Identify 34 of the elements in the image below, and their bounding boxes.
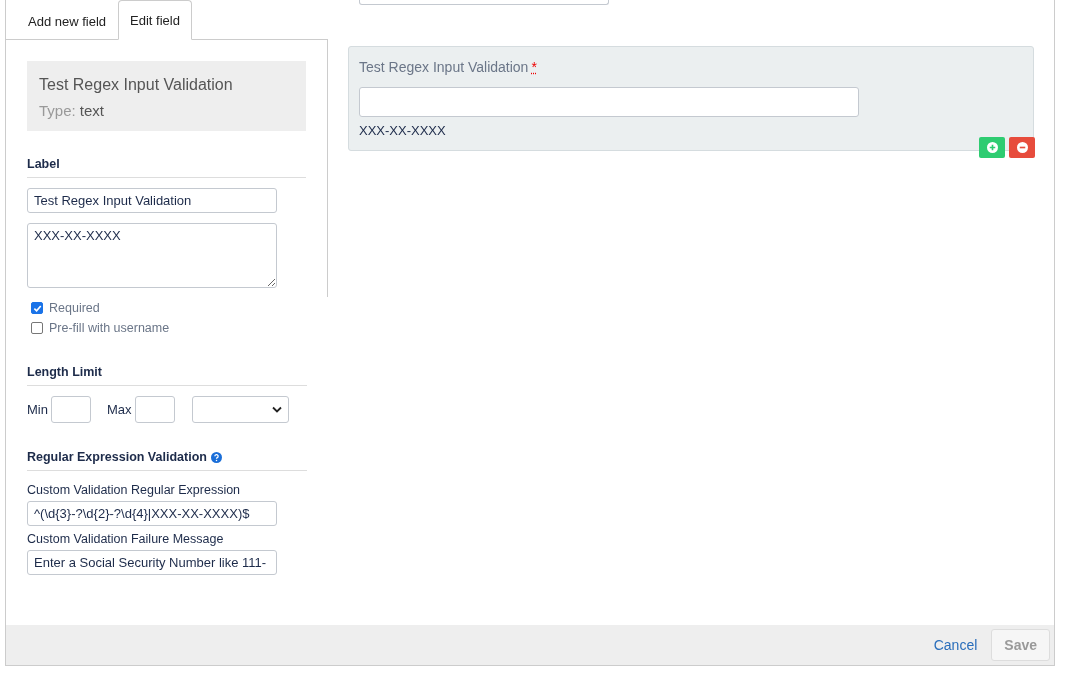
label-input[interactable]: Test Regex Input Validation (27, 188, 277, 213)
field-name: Test Regex Input Validation (39, 76, 234, 94)
preview-help-text: XXX-XX-XXXX (359, 123, 447, 138)
min-input[interactable] (50, 396, 91, 423)
checkbox[interactable] (31, 302, 43, 314)
preview-input[interactable] (359, 87, 859, 117)
remove-button[interactable] (1009, 137, 1035, 158)
unit-dropdown[interactable] (191, 396, 289, 423)
minus-circle-icon (1016, 142, 1028, 153)
preview-label: Test Regex Input Validation * (359, 59, 538, 75)
add-button[interactable] (979, 137, 1005, 158)
chevron-down-icon (271, 406, 282, 413)
section-heading: Length Limit (27, 365, 307, 386)
message-input[interactable]: Enter a Social Security Number like 111- (27, 550, 277, 575)
checkbox-label: Required (49, 301, 100, 315)
plus-circle-icon (986, 142, 998, 153)
checkbox-label: Pre-fill with username (49, 321, 170, 335)
checkbox[interactable] (31, 322, 43, 334)
field-label: Custom Validation Regular Expression (27, 483, 242, 497)
help-text-area[interactable]: XXX-XX-XXXX (27, 223, 277, 288)
field-preview-card[interactable]: Test Regex Input Validation * XXX-XX-XXXX (348, 46, 1034, 151)
max-input[interactable] (134, 396, 175, 423)
field-type: Type: text (39, 102, 106, 119)
field-label: Custom Validation Failure Message (27, 532, 225, 546)
help-icon[interactable] (210, 451, 222, 463)
tab[interactable]: Edit field (118, 0, 192, 40)
regex-input[interactable]: ^(\d{3}-?\d{2}-?\d{4}|XXX-XX-XXXX)$ (27, 501, 277, 526)
section-heading: Regular Expression Validation (27, 450, 207, 464)
max-label: Max (106, 402, 132, 417)
section-heading: Label (27, 157, 306, 178)
tab[interactable]: Add new field (16, 1, 119, 40)
cancel-link[interactable]: Cancel (933, 637, 978, 653)
min-label: Min (27, 402, 48, 417)
input-field[interactable] (359, 0, 609, 5)
